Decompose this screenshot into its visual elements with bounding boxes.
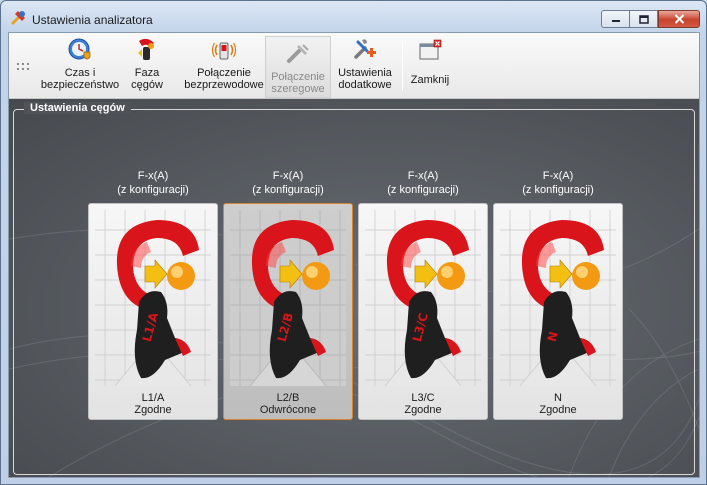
- clamp-status-label: Odwrócone: [259, 404, 317, 416]
- maximize-icon: [638, 14, 649, 24]
- close-dialog-label: Zamknij: [410, 74, 450, 86]
- clamp-phase-button[interactable]: Faza cęgów: [123, 37, 171, 95]
- app-icon: [11, 11, 25, 25]
- clamp-phase-label: Faza cęgów: [131, 67, 163, 91]
- toolbar: Czas i bezpieczeństwo Faza cęgów Połącze…: [9, 33, 699, 99]
- clamp-phase-label: L3/C: [411, 392, 435, 404]
- clamp-phase-label: N: [554, 392, 562, 404]
- additional-settings-button[interactable]: Ustawienia dodatkowe: [333, 37, 397, 95]
- title-bar[interactable]: Ustawienia analizatora: [1, 1, 706, 32]
- phase-clamps-icon: [138, 38, 154, 60]
- group-title: Ustawienia cęgów: [24, 102, 131, 114]
- clamp-card-l1[interactable]: L1/A L1/A Zgodne: [88, 203, 218, 420]
- clamp-caption-source: (z konfiguracji): [387, 184, 459, 196]
- clamp-caption-type: F-x(A): [407, 170, 439, 182]
- close-button[interactable]: [658, 10, 700, 28]
- clamp-card-n[interactable]: N N Zgodne: [493, 203, 623, 420]
- current-clamp-image: L2/B: [230, 210, 346, 386]
- clamp-phase-label: L1/A: [141, 392, 165, 404]
- current-clamp-image: L3/C: [365, 210, 481, 386]
- clamp-settings-panel: Ustawienia cęgów F-x(A) (z konfiguracji): [9, 99, 699, 477]
- clamp-phase-label: L2/B: [276, 392, 300, 404]
- clamp-caption-type: F-x(A): [542, 170, 574, 182]
- clamp-caption-source: (z konfiguracji): [522, 184, 594, 196]
- client-area: Czas i bezpieczeństwo Faza cęgów Połącze…: [8, 32, 700, 478]
- clamp-caption-type: F-x(A): [272, 170, 304, 182]
- close-window-icon: [419, 39, 442, 60]
- minimize-icon: [611, 20, 620, 22]
- clamp-card-l2[interactable]: L2/B L2/B Odwrócone: [223, 203, 353, 420]
- toolbar-separator: [402, 41, 403, 91]
- close-dialog-button[interactable]: Zamknij: [407, 37, 453, 95]
- clamp-card-label: N Zgodne: [494, 392, 622, 416]
- wireless-icon: [211, 42, 237, 60]
- clamp-caption-type: F-x(A): [137, 170, 169, 182]
- clamp-caption-source: (z konfiguracji): [252, 184, 324, 196]
- clamp-caption: F-x(A) (z konfiguracji): [358, 169, 488, 197]
- window-title: Ustawienia analizatora: [32, 13, 153, 27]
- additional-settings-label: Ustawienia dodatkowe: [338, 67, 392, 91]
- close-icon: [674, 14, 684, 24]
- clamp-caption-source: (z konfiguracji): [117, 184, 189, 196]
- clock-shield-icon: [68, 38, 91, 60]
- clamp-status-label: Zgodne: [539, 404, 577, 416]
- clamp-card-label: L2/B Odwrócone: [224, 392, 352, 416]
- clamp-caption: F-x(A) (z konfiguracji): [223, 169, 353, 197]
- time-security-label: Czas i bezpieczeństwo: [40, 67, 120, 91]
- clamp-caption: F-x(A) (z konfiguracji): [493, 169, 623, 197]
- clamp-status-label: Zgodne: [134, 404, 172, 416]
- serial-connection-label: Połączenie szeregowe: [271, 71, 325, 95]
- serial-connection-button[interactable]: Połączenie szeregowe: [265, 36, 331, 98]
- clamp-caption: F-x(A) (z konfiguracji): [88, 169, 218, 197]
- time-security-button[interactable]: Czas i bezpieczeństwo: [37, 37, 123, 95]
- clamp-card-label: L1/A Zgodne: [89, 392, 217, 416]
- minimize-button[interactable]: [601, 10, 630, 28]
- toolbar-grip-icon[interactable]: [17, 63, 33, 71]
- maximize-button[interactable]: [630, 10, 658, 28]
- clamp-card-label: L3/C Zgodne: [359, 392, 487, 416]
- tools-plus-icon: [354, 39, 376, 59]
- current-clamp-image: N: [500, 210, 616, 386]
- clamp-status-label: Zgodne: [404, 404, 442, 416]
- serial-connection-icon: [287, 44, 309, 63]
- current-clamp-image: L1/A: [95, 210, 211, 386]
- clamp-card-l3[interactable]: L3/C L3/C Zgodne: [358, 203, 488, 420]
- analyzer-settings-window: Ustawienia analizatora Czas i bezpieczeń…: [0, 0, 707, 485]
- wireless-connection-button[interactable]: Połączenie bezprzewodowe: [179, 37, 269, 95]
- wireless-connection-label: Połączenie bezprzewodowe: [184, 67, 264, 91]
